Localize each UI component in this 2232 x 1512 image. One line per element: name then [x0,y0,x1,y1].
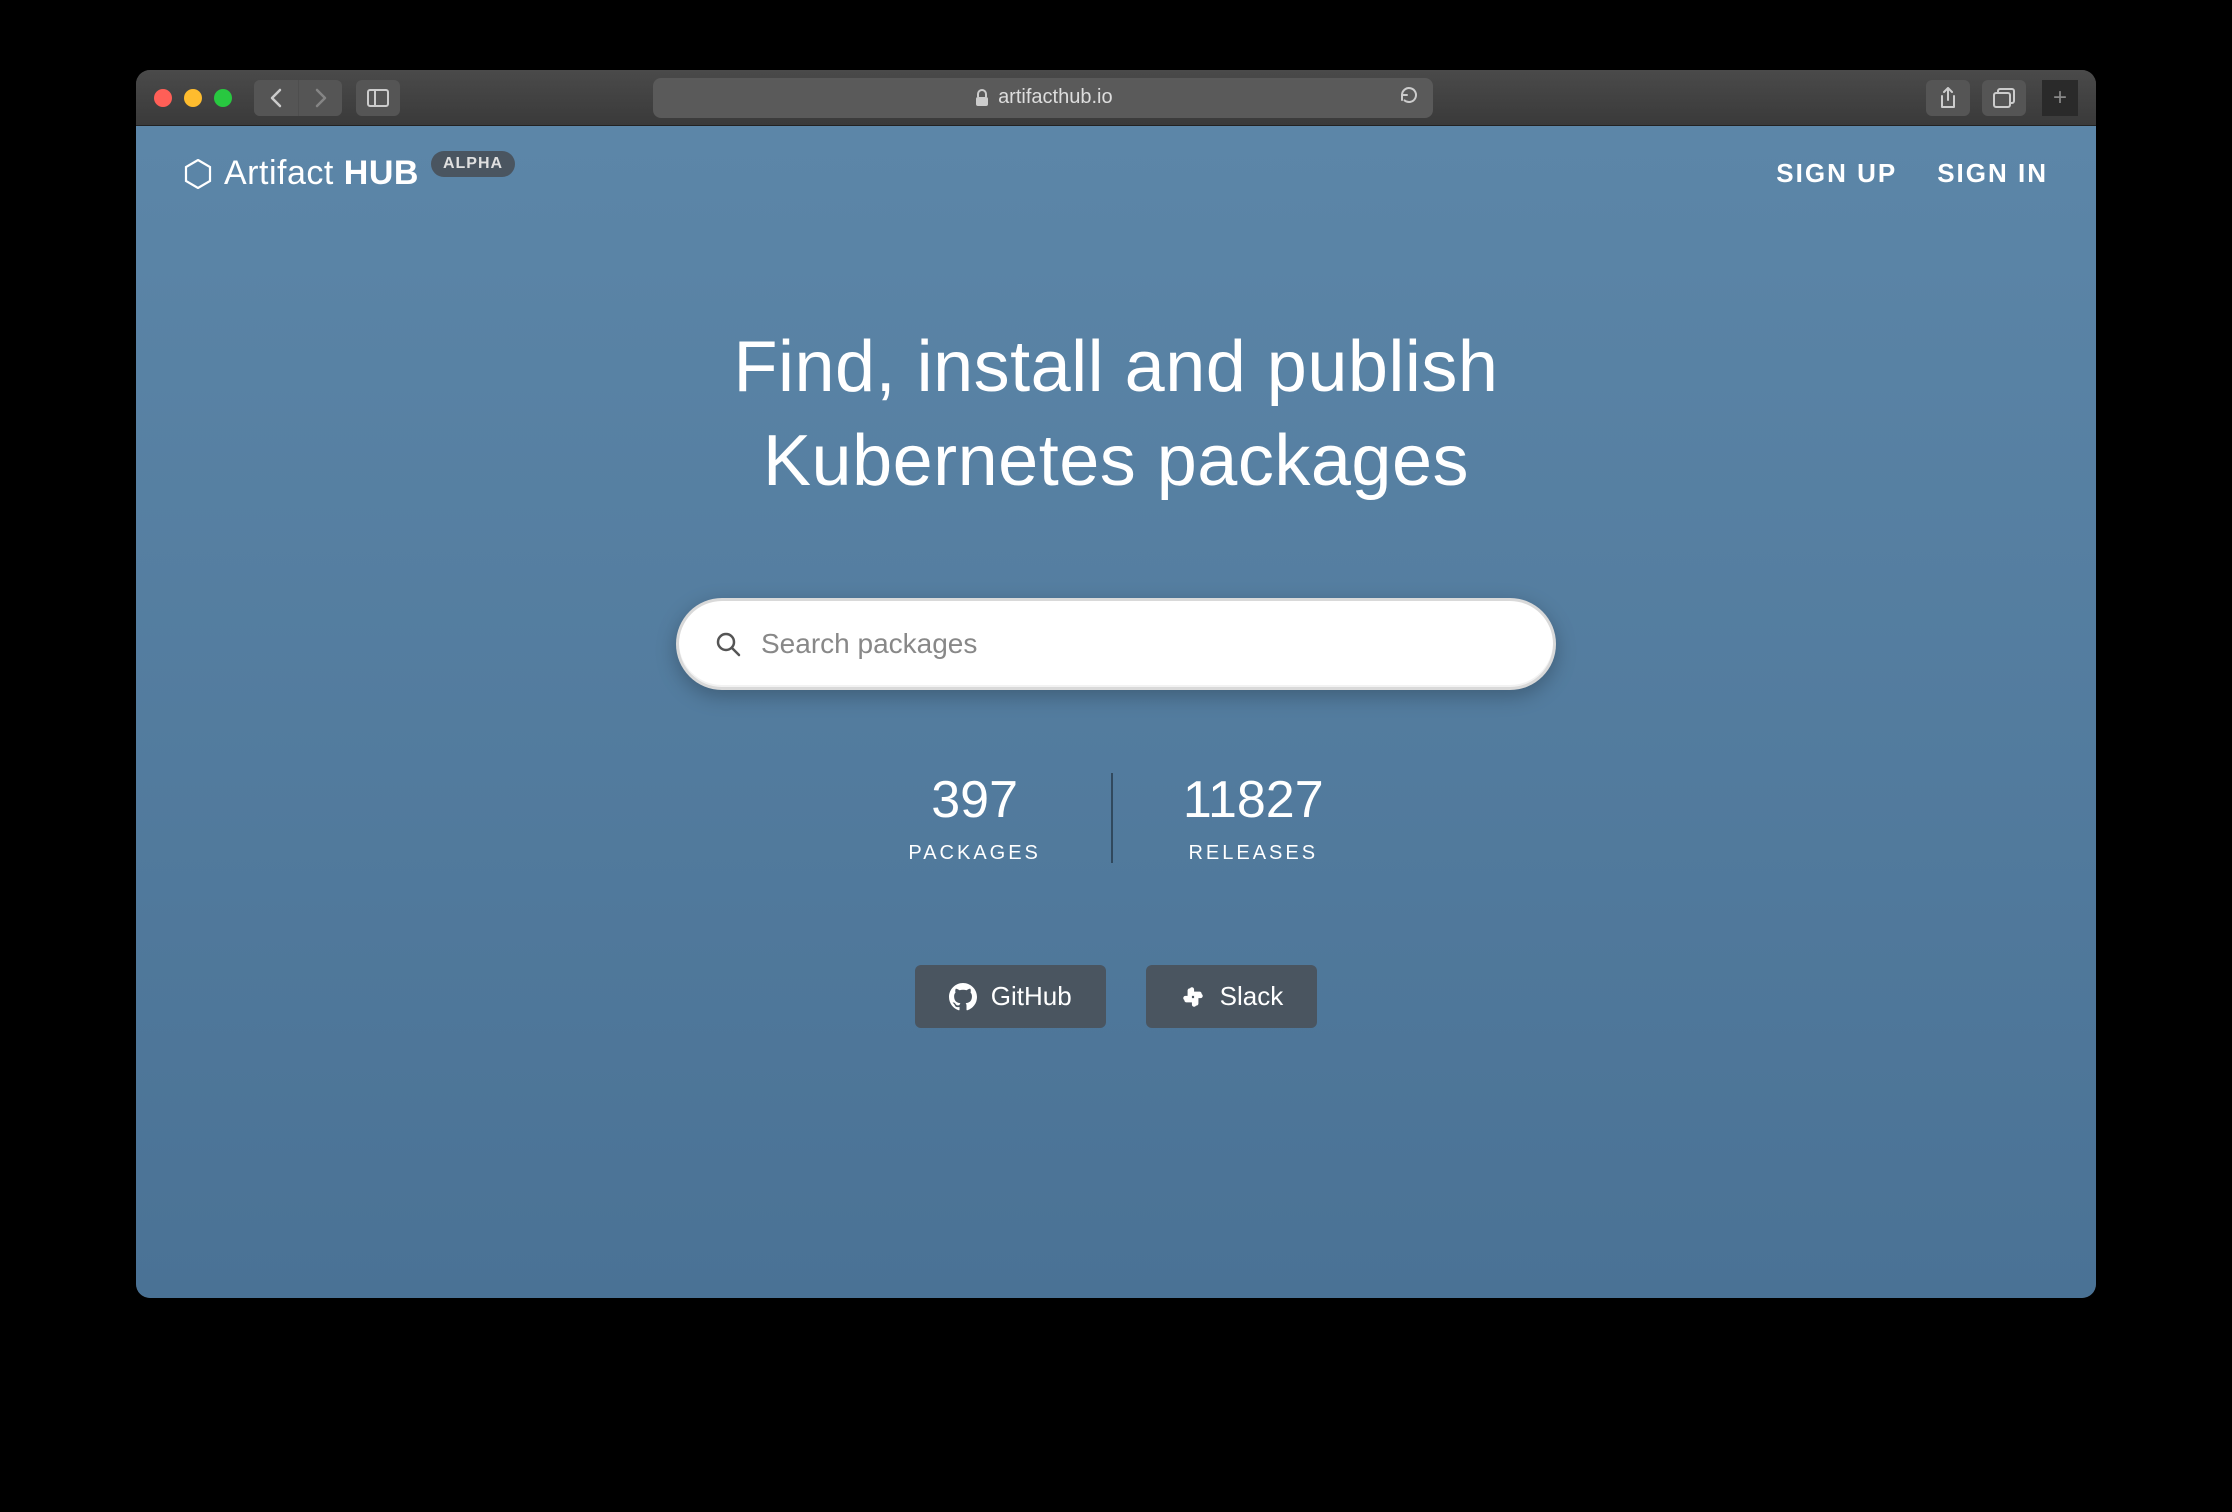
stats-row: 397 PACKAGES 11827 RELEASES [136,770,2096,865]
stat-releases: 11827 RELEASES [1183,770,1324,865]
releases-label: RELEASES [1183,842,1324,865]
browser-window: artifacthub.io [136,70,2096,1298]
address-bar-url: artifacthub.io [998,86,1113,109]
share-icon [1939,87,1957,109]
slack-label: Slack [1220,981,1284,1012]
reload-icon [1399,85,1419,105]
signin-link[interactable]: SIGN IN [1937,158,2048,189]
sidebar-toggle-button[interactable] [356,80,400,116]
tabs-icon [1993,88,2015,108]
address-bar[interactable]: artifacthub.io [653,78,1433,118]
window-controls [154,89,232,107]
github-icon [949,983,977,1011]
github-label: GitHub [991,981,1072,1012]
github-button[interactable]: GitHub [915,965,1106,1028]
search-icon [715,631,741,657]
hero-title: Find, install and publish Kubernetes pac… [136,321,2096,508]
close-window-button[interactable] [154,89,172,107]
hero-section: Find, install and publish Kubernetes pac… [136,221,2096,1028]
site-header: Artifact HUB ALPHA SIGN UP SIGN IN [136,126,2096,221]
packages-label: PACKAGES [908,842,1041,865]
share-button[interactable] [1926,80,1970,116]
browser-chrome: artifacthub.io [136,70,2096,126]
nav-buttons [254,80,342,116]
hero-title-line2: Kubernetes packages [136,415,2096,509]
brand-text-bold: HUB [344,154,419,192]
signup-link[interactable]: SIGN UP [1776,158,1897,189]
sidebar-icon [367,89,389,107]
chevron-right-icon [314,88,328,108]
releases-count: 11827 [1183,770,1324,830]
alpha-badge: ALPHA [431,151,515,177]
forward-button[interactable] [298,80,342,116]
auth-links: SIGN UP SIGN IN [1776,158,2048,189]
new-tab-button[interactable]: + [2042,80,2078,116]
search-box[interactable] [676,598,1556,690]
minimize-window-button[interactable] [184,89,202,107]
stats-divider [1111,773,1113,863]
lock-icon [974,89,990,107]
slack-button[interactable]: Slack [1146,965,1318,1028]
brand-text-light: Artifact [224,154,334,192]
plus-icon: + [2053,84,2067,112]
slack-icon [1180,984,1206,1010]
back-button[interactable] [254,80,298,116]
hexagon-icon [184,159,212,189]
search-input[interactable] [761,628,1517,660]
browser-right-buttons: + [1926,80,2078,116]
stat-packages: 397 PACKAGES [908,770,1041,865]
tabs-button[interactable] [1982,80,2026,116]
reload-button[interactable] [1399,85,1419,111]
packages-count: 397 [908,770,1041,830]
chevron-left-icon [269,88,283,108]
brand-logo[interactable]: Artifact HUB ALPHA [184,154,515,193]
social-buttons: GitHub Slack [136,965,2096,1028]
maximize-window-button[interactable] [214,89,232,107]
page-content: Artifact HUB ALPHA SIGN UP SIGN IN Find,… [136,126,2096,1298]
hero-title-line1: Find, install and publish [136,321,2096,415]
